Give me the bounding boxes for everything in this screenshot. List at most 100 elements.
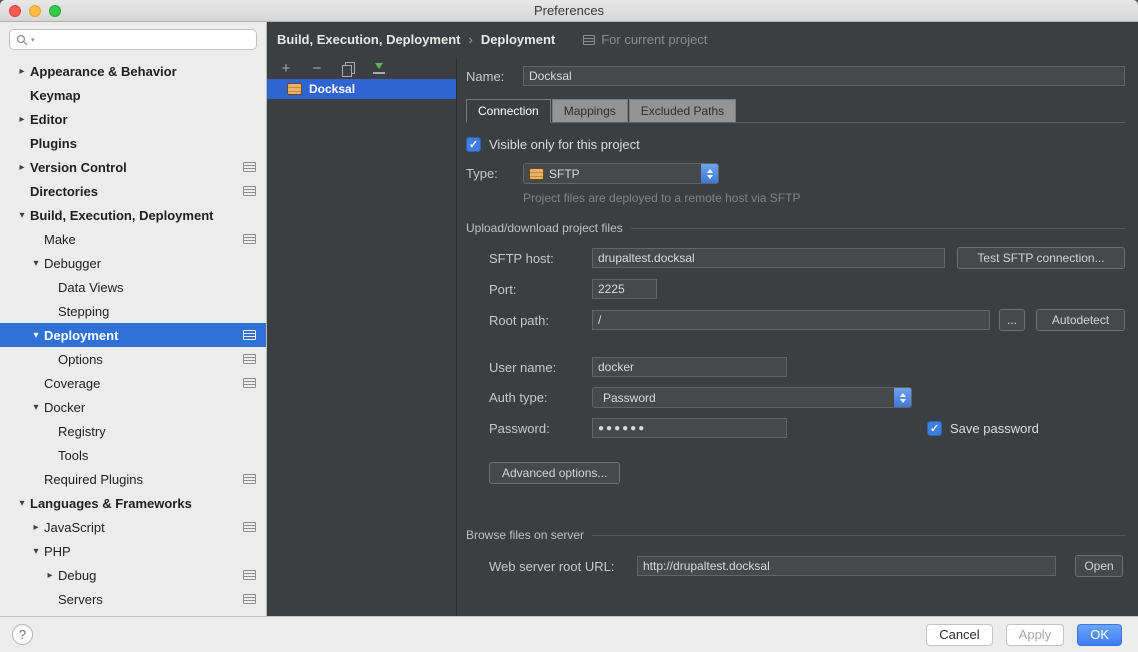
port-label: Port: <box>489 282 592 297</box>
type-value: SFTP <box>549 167 580 181</box>
sidebar-item-coverage[interactable]: Coverage <box>0 371 266 395</box>
settings-tree: ▸Appearance & BehaviorKeymap▸Editor Plugi… <box>0 54 266 616</box>
use-as-default-icon <box>373 61 385 75</box>
server-list-item-docksal[interactable]: Docksal <box>267 79 456 99</box>
search-icon <box>16 34 28 46</box>
collapse-arrow-icon[interactable]: ▾ <box>28 546 44 557</box>
name-row: Name: <box>466 66 1125 86</box>
combo-arrows-icon <box>894 388 911 407</box>
sftp-host-row: SFTP host: Test SFTP connection... <box>466 247 1125 269</box>
tab-excluded-paths[interactable]: Excluded Paths <box>629 99 736 122</box>
test-sftp-connection-button[interactable]: Test SFTP connection... <box>957 247 1125 269</box>
sidebar-item-stepping[interactable]: Stepping <box>0 299 266 323</box>
breadcrumb-group[interactable]: Build, Execution, Deployment <box>277 32 460 47</box>
collapse-arrow-icon[interactable]: ▾ <box>14 498 30 509</box>
ok-button[interactable]: OK <box>1077 624 1122 646</box>
auth-type-select[interactable]: Password <box>592 387 912 408</box>
help-button[interactable]: ? <box>12 624 33 645</box>
sidebar-item-data-views[interactable]: Data Views <box>0 275 266 299</box>
per-project-settings-icon <box>243 570 256 580</box>
sidebar-item-label: Build, Execution, Deployment <box>30 208 213 223</box>
sidebar-item-build-execution-deployment[interactable]: ▾Build, Execution, Deployment <box>0 203 266 227</box>
minimize-window-button[interactable] <box>29 5 41 17</box>
name-input[interactable] <box>523 66 1125 86</box>
zoom-window-button[interactable] <box>49 5 61 17</box>
save-password-checkbox[interactable] <box>927 421 942 436</box>
save-password-label: Save password <box>950 421 1039 436</box>
type-row: Type: SFTP <box>466 163 1125 184</box>
apply-button[interactable]: Apply <box>1006 624 1065 646</box>
type-select[interactable]: SFTP <box>523 163 719 184</box>
sidebar-item-php[interactable]: ▾PHP <box>0 539 266 563</box>
password-input[interactable] <box>592 418 787 438</box>
tab-label: Mappings <box>564 104 616 118</box>
sidebar-item-servers[interactable]: Servers <box>0 587 266 611</box>
user-name-input[interactable] <box>592 357 787 377</box>
sidebar-item-label: Deployment <box>44 328 118 343</box>
sidebar-item-make[interactable]: Make <box>0 227 266 251</box>
name-label: Name: <box>466 69 523 84</box>
web-root-input[interactable] <box>637 556 1056 576</box>
sidebar-item-appearance-behavior[interactable]: ▸Appearance & Behavior <box>0 59 266 83</box>
sidebar-item-deployment[interactable]: ▾Deployment <box>0 323 266 347</box>
close-window-button[interactable] <box>9 5 21 17</box>
tab-mappings[interactable]: Mappings <box>552 99 628 122</box>
expand-arrow-icon[interactable]: ▸ <box>42 570 58 581</box>
expand-arrow-icon[interactable]: ▸ <box>14 114 30 125</box>
sidebar-item-keymap[interactable]: Keymap <box>0 83 266 107</box>
per-project-settings-icon <box>243 162 256 172</box>
sidebar-item-label: Plugins <box>30 136 77 151</box>
auth-type-row: Auth type: Password <box>466 387 1125 408</box>
browse-root-path-button[interactable]: ... <box>999 309 1025 331</box>
port-input[interactable] <box>592 279 657 299</box>
search-options-chevron-icon[interactable]: ▾ <box>31 36 35 44</box>
root-path-label: Root path: <box>489 313 592 328</box>
cancel-button[interactable]: Cancel <box>926 624 992 646</box>
expand-arrow-icon[interactable]: ▸ <box>14 162 30 173</box>
web-root-row: Web server root URL: Open <box>466 555 1125 577</box>
collapse-arrow-icon[interactable]: ▾ <box>28 330 44 341</box>
scope-label: For current project <box>601 32 707 47</box>
sidebar-item-debug[interactable]: ▸Debug <box>0 563 266 587</box>
sidebar-item-options[interactable]: Options <box>0 347 266 371</box>
remove-server-button[interactable]: − <box>309 60 325 76</box>
sidebar-item-required-plugins[interactable]: Required Plugins <box>0 467 266 491</box>
root-path-input[interactable] <box>592 310 990 330</box>
sidebar-item-docker[interactable]: ▾Docker <box>0 395 266 419</box>
copy-server-button[interactable] <box>340 60 356 76</box>
sidebar-item-directories[interactable]: Directories <box>0 179 266 203</box>
visible-only-label: Visible only for this project <box>489 137 640 152</box>
autodetect-button[interactable]: Autodetect <box>1036 309 1125 331</box>
sidebar-item-label: Docker <box>44 400 85 415</box>
per-project-settings-icon <box>243 474 256 484</box>
sidebar-item-registry[interactable]: Registry <box>0 419 266 443</box>
open-url-button[interactable]: Open <box>1075 555 1123 577</box>
sidebar-item-plugins[interactable]: Plugins <box>0 131 266 155</box>
sidebar-item-version-control[interactable]: ▸Version Control <box>0 155 266 179</box>
sidebar-item-label: Debugger <box>44 256 101 271</box>
use-as-default-button[interactable] <box>371 60 387 76</box>
sidebar-item-label: Make <box>44 232 76 247</box>
expand-arrow-icon[interactable]: ▸ <box>28 522 44 533</box>
expand-arrow-icon[interactable]: ▸ <box>14 66 30 77</box>
server-list-toolbar: + − <box>267 57 456 79</box>
current-project-icon <box>583 35 595 45</box>
collapse-arrow-icon[interactable]: ▾ <box>28 258 44 269</box>
sidebar-item-languages-frameworks[interactable]: ▾Languages & Frameworks <box>0 491 266 515</box>
per-project-settings-icon <box>243 330 256 340</box>
sftp-host-input[interactable] <box>592 248 945 268</box>
visible-only-checkbox[interactable] <box>466 137 481 152</box>
sidebar-item-debugger[interactable]: ▾Debugger <box>0 251 266 275</box>
settings-search-input[interactable]: ▾ <box>9 29 257 50</box>
sidebar-item-label: Debug <box>58 568 96 583</box>
per-project-settings-icon <box>243 594 256 604</box>
sidebar-item-label: Tools <box>58 448 88 463</box>
sidebar-item-editor[interactable]: ▸Editor <box>0 107 266 131</box>
sidebar-item-tools[interactable]: Tools <box>0 443 266 467</box>
sidebar-item-javascript[interactable]: ▸JavaScript <box>0 515 266 539</box>
tab-connection[interactable]: Connection <box>466 99 551 123</box>
add-server-button[interactable]: + <box>278 60 294 76</box>
collapse-arrow-icon[interactable]: ▾ <box>14 210 30 221</box>
advanced-options-button[interactable]: Advanced options... <box>489 462 620 484</box>
collapse-arrow-icon[interactable]: ▾ <box>28 402 44 413</box>
